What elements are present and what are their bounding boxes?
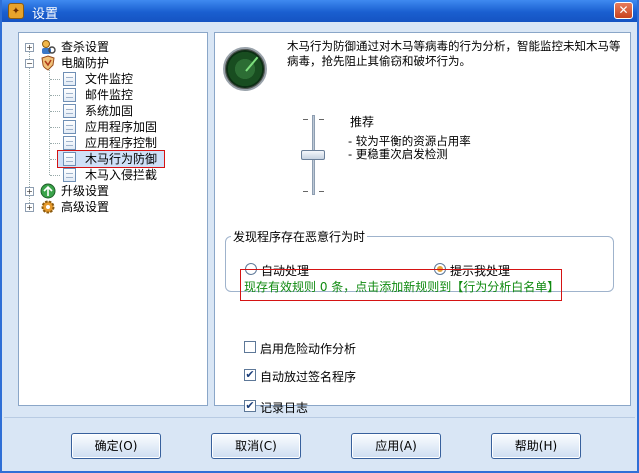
expand-icon[interactable]: + xyxy=(25,187,34,196)
document-icon xyxy=(63,104,76,118)
collapse-icon[interactable]: − xyxy=(25,59,34,68)
tree-item-label: 木马入侵拦截 xyxy=(85,168,158,182)
radar-icon xyxy=(223,47,267,91)
tree-item-advanced-settings[interactable]: + 高级设置 xyxy=(25,199,205,215)
document-icon xyxy=(63,136,76,150)
feature-description: 木马行为防御通过对木马等病毒的行为分析，智能监控未知木马等病毒，抢先阻止其偷窃和… xyxy=(287,39,621,68)
level-description-2: - 更稳重次启发检测 xyxy=(348,147,448,161)
tree-item-scan-settings[interactable]: + 查杀设置 xyxy=(25,39,205,55)
protection-level-slider-thumb[interactable] xyxy=(301,150,325,160)
tree-item-system-hardening[interactable]: 系统加固 xyxy=(63,103,203,119)
scan-user-icon xyxy=(40,39,56,55)
tree-item-pc-protection[interactable]: − 电脑防护 xyxy=(25,55,205,71)
auto-allow-signed-checkbox[interactable]: ✔ xyxy=(244,369,256,381)
tree-item-label: 木马行为防御 xyxy=(85,152,158,166)
window-title: 设置 xyxy=(32,7,59,22)
ok-button[interactable]: 确定(O) xyxy=(71,433,161,459)
document-icon xyxy=(63,168,76,182)
tree-item-label: 应用程序控制 xyxy=(85,136,158,150)
document-icon xyxy=(63,88,76,102)
close-icon[interactable]: ✕ xyxy=(614,2,633,19)
tree-item-label: 文件监控 xyxy=(85,72,134,86)
slider-tick xyxy=(319,191,324,192)
tree-branch xyxy=(50,95,60,96)
tree-item-file-monitor[interactable]: 文件监控 xyxy=(63,71,203,87)
upgrade-globe-icon xyxy=(40,183,56,199)
cancel-button[interactable]: 取消(C) xyxy=(211,433,301,459)
record-log-checkbox[interactable]: ✔ xyxy=(244,400,256,412)
expand-icon[interactable]: + xyxy=(25,203,34,212)
tree-item-label: 查杀设置 xyxy=(61,40,110,54)
tree-item-app-control[interactable]: 应用程序控制 xyxy=(63,135,203,151)
tree-item-trojan-intrusion-block[interactable]: 木马入侵拦截 xyxy=(63,167,203,183)
document-icon xyxy=(63,152,76,166)
tree-item-mail-monitor[interactable]: 邮件监控 xyxy=(63,87,203,103)
tree-item-label: 高级设置 xyxy=(61,200,110,214)
tree-branch xyxy=(50,79,60,80)
level-title: 推荐 xyxy=(350,115,375,129)
tree-branch xyxy=(50,127,60,128)
tree-branch xyxy=(50,111,60,112)
whitelist-rule-link[interactable]: 现存有效规则 0 条，点击添加新规则到【行为分析白名单】 xyxy=(244,278,559,295)
client-area: + 查杀设置 − 电脑防护 文件监控 邮件监控 系统加固 应用程序加固 应用程序… xyxy=(4,22,635,471)
slider-tick xyxy=(303,119,308,120)
tree-branch xyxy=(50,143,60,144)
tree-item-app-hardening[interactable]: 应用程序加固 xyxy=(63,119,203,135)
auto-allow-signed-label[interactable]: 自动放过签名程序 xyxy=(260,368,356,385)
help-button[interactable]: 帮助(H) xyxy=(491,433,581,459)
shield-hand-icon xyxy=(40,55,56,71)
tree-item-label: 邮件监控 xyxy=(85,88,134,102)
tree-item-trojan-behavior-defense[interactable]: 木马行为防御 xyxy=(63,151,203,167)
document-icon xyxy=(63,72,76,86)
tree-item-label: 电脑防护 xyxy=(61,56,110,70)
tree-item-label: 应用程序加固 xyxy=(85,120,158,134)
gear-icon xyxy=(40,199,56,215)
record-log-label[interactable]: 记录日志 xyxy=(260,399,308,416)
dangerous-action-analysis-checkbox[interactable] xyxy=(244,341,256,353)
tree-item-upgrade-settings[interactable]: + 升级设置 xyxy=(25,183,205,199)
settings-window: ✦ 设置 ✕ + 查杀设置 − 电脑防护 文件监控 邮件监控 系统加固 应用程序… xyxy=(0,0,639,473)
apply-button[interactable]: 应用(A) xyxy=(351,433,441,459)
title-bar[interactable]: ✦ 设置 ✕ xyxy=(2,0,637,22)
tree-branch xyxy=(50,175,60,176)
tree-item-label: 系统加固 xyxy=(85,104,134,118)
group-title: 发现程序存在恶意行为时 xyxy=(231,228,368,245)
slider-tick xyxy=(303,191,308,192)
rule-link-box: 现存有效规则 0 条，点击添加新规则到【行为分析白名单】 xyxy=(240,269,562,301)
settings-tree: + 查杀设置 − 电脑防护 文件监控 邮件监控 系统加固 应用程序加固 应用程序… xyxy=(18,32,208,406)
slider-tick xyxy=(319,119,324,120)
settings-detail-panel: 木马行为防御通过对木马等病毒的行为分析，智能监控未知木马等病毒，抢先阻止其偷窃和… xyxy=(214,32,631,415)
document-icon xyxy=(63,120,76,134)
dangerous-action-analysis-label[interactable]: 启用危险动作分析 xyxy=(260,340,356,357)
tree-item-label: 升级设置 xyxy=(61,184,110,198)
button-bar-separator xyxy=(4,417,635,418)
expand-icon[interactable]: + xyxy=(25,43,34,52)
app-shield-icon: ✦ xyxy=(8,3,24,19)
